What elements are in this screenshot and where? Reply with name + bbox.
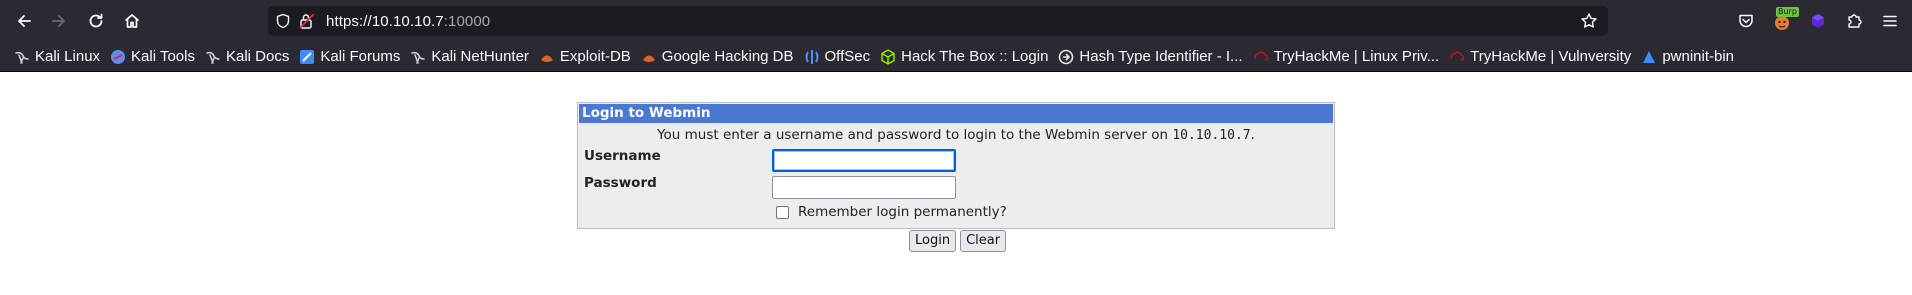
kali-dragon-icon xyxy=(410,49,426,65)
server-host: 10.10.10.7 xyxy=(1172,128,1251,143)
bookmark-label: Hack The Box :: Login xyxy=(901,48,1049,65)
bookmark-item[interactable]: Kali NetHunter xyxy=(408,44,535,70)
bookmark-item[interactable]: Kali Docs xyxy=(203,44,295,70)
bookmark-item[interactable]: Google Hacking DB xyxy=(639,44,800,70)
extensions-button[interactable] xyxy=(1836,4,1872,38)
arrow-left-icon xyxy=(18,15,31,27)
tryhackme-icon xyxy=(1449,49,1465,65)
login-button[interactable]: Login xyxy=(909,230,957,252)
bookmark-item[interactable]: pwninit-bin xyxy=(1639,44,1740,70)
toolbar-right-icons: Burp xyxy=(1728,4,1908,38)
url-port: :10000 xyxy=(443,12,491,30)
tryhackme-icon xyxy=(1253,49,1269,65)
forward-button[interactable] xyxy=(42,4,76,38)
bookmark-item[interactable]: TryHackMe | Vulnversity xyxy=(1447,44,1637,70)
kali-tools-icon xyxy=(110,49,126,65)
home-button[interactable] xyxy=(115,4,149,38)
kali-forums-icon xyxy=(299,49,315,65)
address-bar[interactable]: https://10.10.10.7:10000 xyxy=(268,6,1608,36)
login-panel: Login to Webmin You must enter a usernam… xyxy=(577,102,1335,229)
bookmark-item[interactable]: Kali Forums xyxy=(297,44,406,70)
reload-button[interactable] xyxy=(79,4,113,38)
remember-row[interactable]: Remember login permanently? xyxy=(776,204,1007,220)
bookmark-item[interactable]: TryHackMe | Linux Priv... xyxy=(1251,44,1446,70)
bookmark-item[interactable]: Kali Tools xyxy=(108,44,201,70)
pocket-button[interactable] xyxy=(1728,4,1764,38)
bookmark-label: Kali NetHunter xyxy=(431,48,529,65)
browser-toolbar: https://10.10.10.7:10000 Burp xyxy=(0,0,1912,42)
bookmark-star-icon[interactable] xyxy=(1580,12,1598,34)
exploit-db-icon xyxy=(539,49,555,65)
bookmark-item[interactable]: OffSec xyxy=(802,44,877,70)
hamburger-menu-icon xyxy=(1883,15,1897,27)
bookmark-item[interactable]: Exploit-DB xyxy=(537,44,637,70)
burp-extension-button[interactable]: Burp xyxy=(1764,4,1800,38)
menu-button[interactable] xyxy=(1872,4,1908,38)
server-host-suffix: . xyxy=(1250,127,1255,143)
arrow-right-icon xyxy=(52,15,65,27)
reload-icon xyxy=(89,13,103,28)
password-label: Password xyxy=(584,175,657,191)
offsec-icon xyxy=(804,49,820,65)
bookmark-item[interactable]: Hash Type Identifier - I... xyxy=(1056,44,1248,70)
kali-dragon-icon xyxy=(14,49,30,65)
burp-badge: Burp xyxy=(1776,7,1799,17)
back-button[interactable] xyxy=(7,4,41,38)
bookmark-item[interactable]: Hack The Box :: Login xyxy=(878,44,1054,70)
bookmark-label: Kali Forums xyxy=(320,48,401,65)
bookmark-label: Hash Type Identifier - I... xyxy=(1079,48,1243,65)
ghdb-icon xyxy=(641,49,657,65)
remember-label[interactable]: Remember login permanently? xyxy=(798,204,1007,220)
bookmark-label: Exploit-DB xyxy=(559,48,631,65)
bookmark-label: TryHackMe | Linux Priv... xyxy=(1273,48,1440,65)
pwninit-icon xyxy=(1641,49,1657,65)
url-text[interactable]: https://10.10.10.7:10000 xyxy=(326,13,490,30)
kali-dragon-icon xyxy=(205,49,221,65)
remember-checkbox[interactable] xyxy=(776,205,789,219)
bookmark-label: OffSec xyxy=(824,48,871,65)
bookmarks-toolbar: Kali Linux Kali Tools Kali Docs Kali Forums… xyxy=(0,42,1912,72)
bookmark-label: pwninit-bin xyxy=(1662,48,1735,65)
bookmark-label: Kali Docs xyxy=(225,48,290,65)
login-buttons: Login Clear xyxy=(909,230,1010,252)
bookmark-label: Google Hacking DB xyxy=(661,48,794,65)
bookmark-label: Kali Linux xyxy=(35,48,101,65)
username-label: Username xyxy=(584,148,661,164)
shield-icon[interactable] xyxy=(274,12,292,30)
hash-identifier-icon xyxy=(1058,49,1074,65)
cube-extension-icon xyxy=(1812,14,1824,28)
pocket-icon xyxy=(1739,14,1753,28)
password-input[interactable] xyxy=(772,176,956,199)
url-host: https://10.10.10.7 xyxy=(326,12,444,30)
login-message-text: You must enter a username and password t… xyxy=(657,127,1169,143)
username-input[interactable] xyxy=(772,149,956,172)
login-title: Login to Webmin xyxy=(579,104,1333,123)
webmin-page: Login to Webmin You must enter a usernam… xyxy=(0,73,1912,295)
insecure-lock-icon[interactable] xyxy=(298,12,316,30)
bookmark-label: Kali Tools xyxy=(131,48,195,65)
home-icon xyxy=(124,14,140,28)
bookmark-item[interactable]: Kali Linux xyxy=(12,44,106,70)
bookmark-label: TryHackMe | Vulnversity xyxy=(1470,48,1632,65)
login-message: You must enter a username and password t… xyxy=(578,127,1334,143)
clear-button[interactable]: Clear xyxy=(960,230,1007,252)
htb-cube-icon xyxy=(880,48,896,65)
extension-purple-button[interactable] xyxy=(1800,4,1836,38)
puzzle-icon xyxy=(1848,14,1862,28)
